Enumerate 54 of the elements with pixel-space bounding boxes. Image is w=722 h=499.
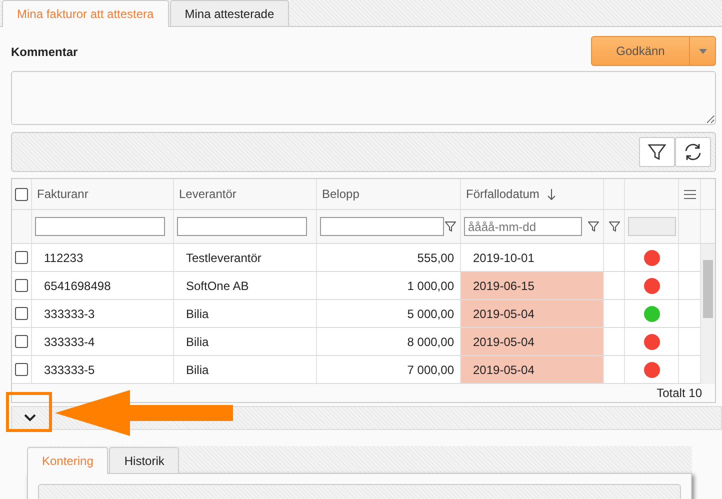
scrollbar[interactable] [701,244,715,384]
highlight-frame [6,392,52,432]
due-date: 2019-05-04 [473,362,534,378]
menu-icon[interactable] [684,190,696,198]
tab[interactable]: Mina attesterade [170,0,290,26]
filter-icon [647,142,667,162]
filter-icon[interactable] [609,221,620,232]
column-header[interactable]: Leverantör [179,185,236,203]
row-checkbox[interactable] [15,335,28,348]
filter-field[interactable] [35,217,165,236]
invoice-number: 333333-5 [44,362,95,378]
column-header[interactable]: Belopp [322,185,360,203]
row-checkbox[interactable] [15,251,28,264]
supplier-name: Bilia [186,362,209,378]
dropdown-button[interactable] [690,36,716,66]
due-date: 2019-05-04 [473,306,534,322]
invoice-number: 6541698498 [44,278,111,294]
amount: 7 000,00 [407,362,454,378]
supplier-name: Bilia [186,334,209,350]
approve-button[interactable]: Godkänn [591,36,690,66]
caret-icon [698,49,706,54]
amount: 1 000,00 [407,278,454,294]
filter-field[interactable]: åååå-mm-dd [464,217,582,236]
sort-arrow-icon [547,188,556,200]
row-checkbox[interactable] [15,279,28,292]
total-count: Totalt 10 [656,386,702,400]
row-checkbox[interactable] [15,307,28,320]
refresh-button[interactable] [675,137,711,167]
supplier-name: Testleverantör [186,250,262,266]
field-label: Kommentar [11,44,78,61]
select-all-checkbox[interactable] [15,188,28,200]
filter-field[interactable] [320,217,444,236]
supplier-name: Bilia [186,306,209,322]
filter-icon[interactable] [588,221,599,232]
due-date: 2019-05-04 [473,334,534,350]
column-header[interactable]: Fakturanr [37,185,88,203]
chevron-down-icon[interactable] [24,414,36,422]
tab[interactable]: Historik [109,447,180,473]
supplier-name: SoftOne AB [186,278,249,294]
invoice-number: 333333-4 [44,334,95,350]
invoice-number: 333333-3 [44,306,95,322]
filter-field[interactable] [628,217,676,236]
filter-icon[interactable] [445,221,456,232]
filter-button[interactable] [639,137,675,167]
invoice-number: 112233 [44,250,84,266]
amount: 555,00 [417,250,454,266]
due-date: 2019-06-15 [473,278,534,294]
filter-field[interactable] [177,217,307,236]
comment-field[interactable] [11,71,716,125]
column-header[interactable]: Förfallodatum [466,185,540,203]
due-date: 2019-10-01 [473,250,534,266]
amount: 5 000,00 [407,306,454,322]
amount: 8 000,00 [407,334,454,350]
row-checkbox[interactable] [15,363,28,376]
